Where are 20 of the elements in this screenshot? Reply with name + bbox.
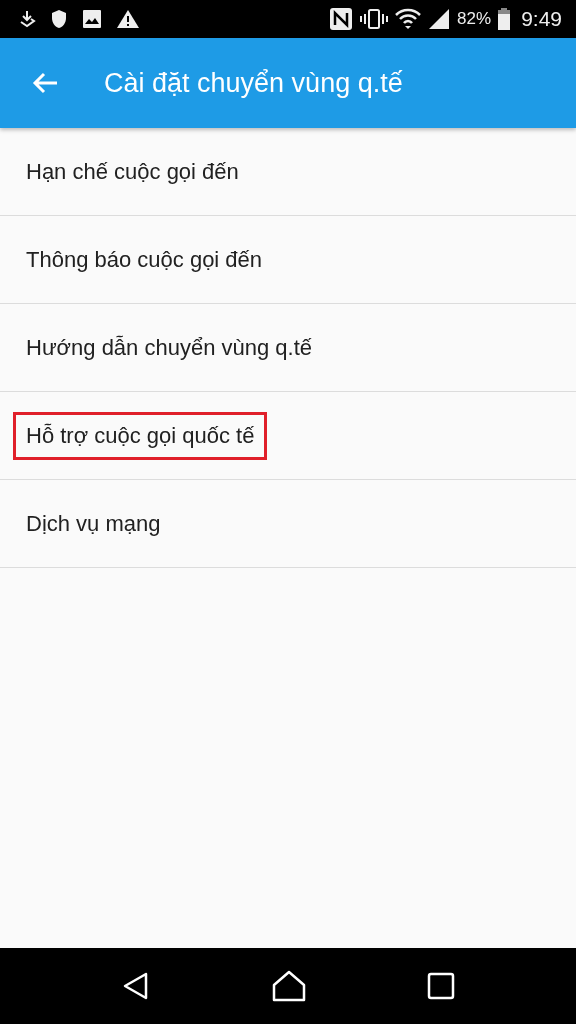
screen-title: Cài đặt chuyển vùng q.tế — [104, 67, 403, 99]
warning-icon — [116, 9, 140, 29]
battery-percentage: 82% — [457, 9, 492, 29]
battery-icon — [498, 8, 511, 30]
signal-icon — [428, 8, 451, 30]
back-arrow-icon — [32, 72, 58, 94]
settings-item[interactable]: Hướng dẫn chuyển vùng q.tế — [13, 323, 325, 372]
settings-item[interactable]: Hạn chế cuộc gọi đến — [13, 147, 252, 196]
settings-item[interactable]: Dịch vụ mạng — [13, 499, 174, 548]
home-icon[interactable] — [272, 970, 306, 1002]
nfc-icon — [329, 7, 354, 31]
shield-icon — [50, 9, 68, 29]
settings-item[interactable]: Hỗ trợ cuộc gọi quốc tế — [13, 411, 268, 460]
settings-item[interactable]: Thông báo cuộc gọi đến — [13, 235, 276, 284]
image-icon — [82, 9, 102, 29]
clock: 9:49 — [521, 7, 562, 31]
download-icon — [18, 10, 36, 28]
wifi-icon — [395, 8, 422, 30]
vibrate-icon — [360, 9, 389, 29]
recents-icon[interactable] — [427, 972, 456, 1000]
